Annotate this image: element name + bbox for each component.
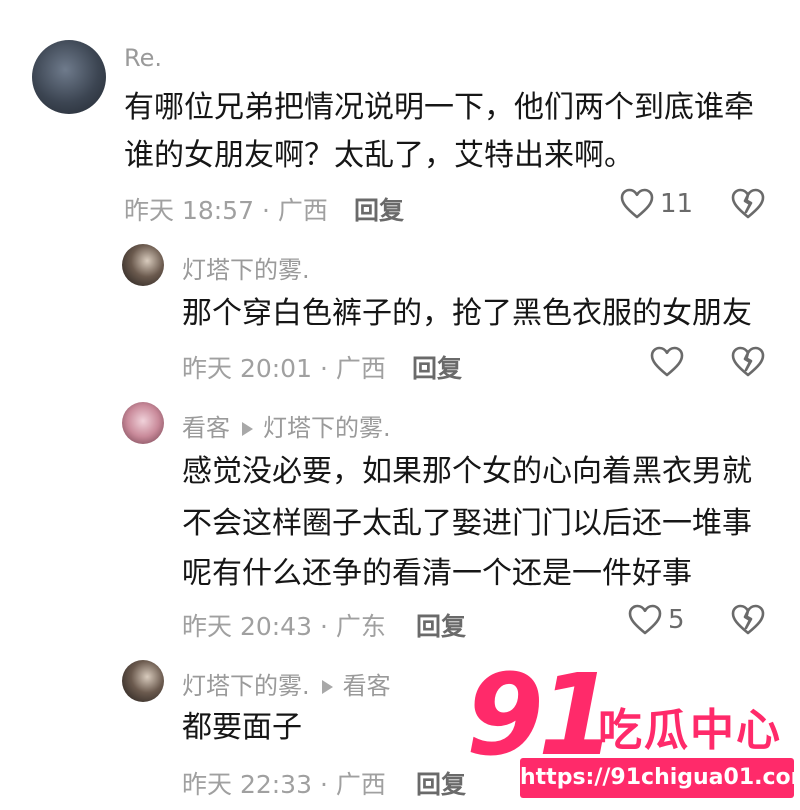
avatar[interactable] <box>32 40 106 114</box>
reply-button[interactable]: 回复 <box>416 607 466 643</box>
avatar[interactable] <box>122 244 164 286</box>
comment-meta: 昨天 20:01 · 广西 <box>182 354 386 383</box>
like-button[interactable]: 5 <box>628 604 685 636</box>
heart-outline-icon <box>620 188 654 220</box>
heart-outline-icon <box>650 346 684 378</box>
comment-header: 看客 灯塔下的雾. <box>182 408 391 443</box>
dislike-button[interactable] <box>731 346 765 382</box>
comment-meta: 昨天 22:33 · 广西 <box>182 770 386 799</box>
broken-heart-icon <box>731 346 765 382</box>
watermark-url: https://91chigua01.com <box>520 758 800 798</box>
reply-arrow-icon <box>321 680 333 694</box>
comment-text-line: 有哪位兄弟把情况说明一下，他们两个到底谁牵 <box>124 90 754 125</box>
comment-username[interactable]: 看客 <box>182 414 230 442</box>
avatar[interactable] <box>122 660 164 702</box>
comment-meta: 昨天 18:57 · 广西 <box>124 196 328 225</box>
comment-meta: 昨天 20:43 · 广东 <box>182 612 386 641</box>
comment-text-line: 不会这样圈子太乱了娶进门门以后还一堆事 <box>182 506 752 541</box>
comment-header: 灯塔下的雾. 看客 <box>182 666 391 701</box>
comment-text-line: 谁的女朋友啊？太乱了，艾特出来啊。 <box>124 138 634 173</box>
dislike-button[interactable] <box>731 188 765 224</box>
reply-to-username[interactable]: 看客 <box>343 672 391 700</box>
like-button[interactable]: 11 <box>620 188 693 220</box>
comment-text-line: 都要面子 <box>182 710 302 745</box>
dislike-button[interactable] <box>731 604 765 640</box>
comment-text-line: 感觉没必要，如果那个女的心向着黑衣男就 <box>182 454 752 489</box>
reply-arrow-icon <box>242 422 253 436</box>
heart-outline-icon <box>628 604 662 636</box>
broken-heart-icon <box>731 188 765 224</box>
broken-heart-icon <box>731 604 765 640</box>
comment-text-line: 呢有什么还争的看清一个还是一件好事 <box>182 556 692 591</box>
reply-to-username[interactable]: 灯塔下的雾. <box>263 414 391 442</box>
comment-username[interactable]: 灯塔下的雾. <box>182 250 310 285</box>
like-count: 5 <box>668 605 685 635</box>
comment-text-line: 那个穿白色裤子的，抢了黑色衣服的女朋友 <box>182 296 752 331</box>
watermark: 91 吃瓜中心 https://91chigua01.com <box>458 656 800 806</box>
avatar[interactable] <box>122 402 164 444</box>
like-count: 11 <box>660 189 694 219</box>
comment-username[interactable]: Re. <box>124 44 162 72</box>
reply-button[interactable]: 回复 <box>412 349 462 385</box>
watermark-title: 吃瓜中心 <box>598 705 782 756</box>
comment-username[interactable]: 灯塔下的雾. <box>182 672 310 700</box>
like-button[interactable] <box>650 346 684 378</box>
reply-button[interactable]: 回复 <box>354 191 404 227</box>
